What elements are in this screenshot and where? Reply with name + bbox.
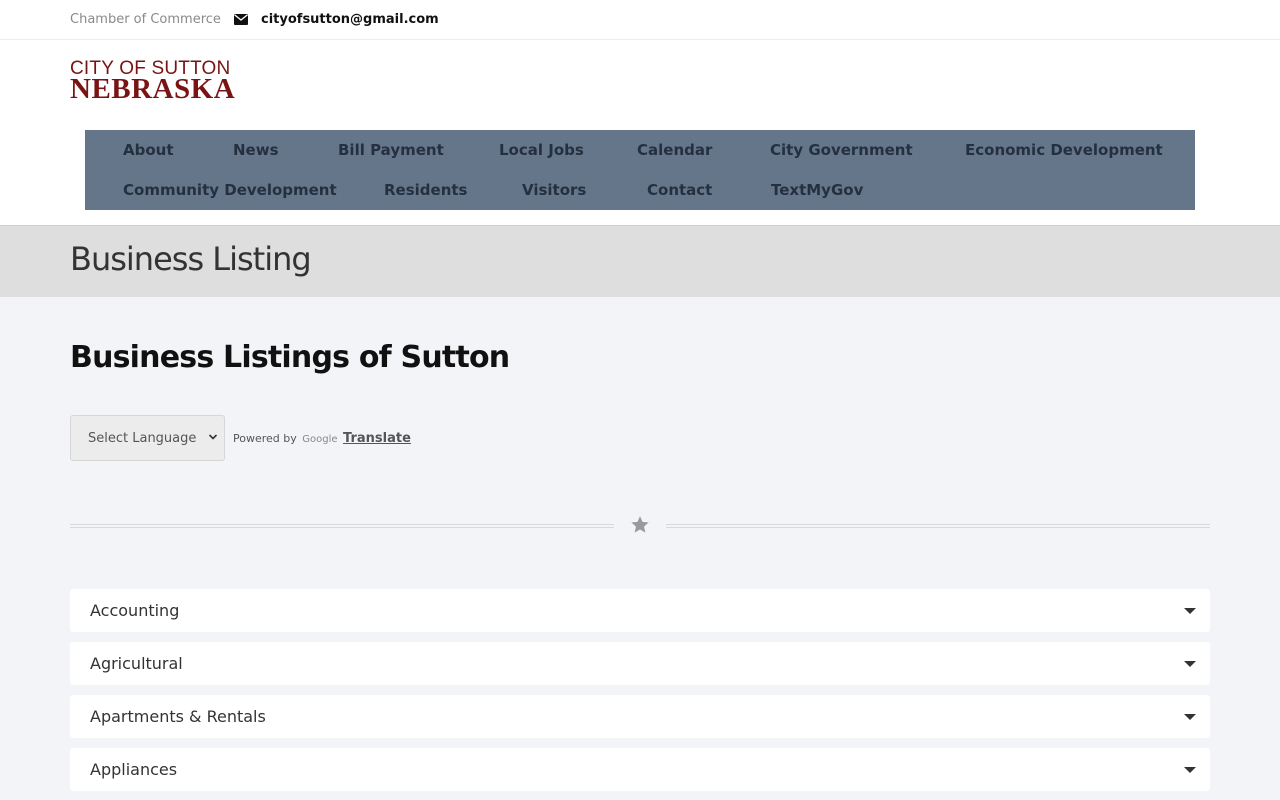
envelope-icon [234,14,248,25]
site-header: CITY OF SUTTON NEBRASKA About News Bill … [0,40,1280,225]
main-nav: About News Bill Payment Local Jobs Calen… [85,130,1195,210]
nav-item-bill-payment[interactable]: Bill Payment [338,141,444,159]
divider-right [666,524,1210,528]
nav-item-news[interactable]: News [233,141,279,159]
translate-link[interactable]: Translate [343,431,411,446]
chevron-down-icon [208,434,218,440]
nav-item-textmygov[interactable]: TextMyGov [771,181,863,199]
category-label: Apartments & Rentals [90,707,266,726]
nav-item-community-development[interactable]: Community Development [123,181,337,199]
star-icon [631,516,649,533]
chamber-of-commerce-link[interactable]: Chamber of Commerce [70,12,221,27]
category-agricultural[interactable]: Agricultural [70,642,1210,685]
site-logo[interactable]: CITY OF SUTTON NEBRASKA [70,58,240,105]
main-heading: Business Listings of Sutton [70,340,510,375]
category-label: Accounting [90,601,180,620]
caret-down-icon [1184,714,1196,720]
nav-item-economic-development[interactable]: Economic Development [965,141,1163,159]
divider-left [70,524,614,528]
page-title-bar: Business Listing [0,225,1280,297]
nav-item-visitors[interactable]: Visitors [522,181,586,199]
nav-item-city-government[interactable]: City Government [770,141,913,159]
language-select-value: Select Language [88,431,197,446]
powered-by-google-translate: Powered by Google Translate [233,431,411,446]
category-appliances[interactable]: Appliances [70,748,1210,791]
category-accounting[interactable]: Accounting [70,589,1210,632]
category-label: Appliances [90,760,178,779]
email-link[interactable]: cityofsutton@gmail.com [261,12,439,27]
page-title: Business Listing [70,240,312,278]
logo-line-state: NEBRASKA [70,73,236,105]
language-select[interactable]: Select Language [70,415,225,461]
caret-down-icon [1184,608,1196,614]
nav-item-contact[interactable]: Contact [647,181,712,199]
category-label: Agricultural [90,654,183,673]
top-bar: Chamber of Commerce cityofsutton@gmail.c… [0,0,1280,40]
caret-down-icon [1184,767,1196,773]
nav-item-residents[interactable]: Residents [384,181,467,199]
caret-down-icon [1184,661,1196,667]
google-logo-text: Google [302,434,338,445]
category-apartments-rentals[interactable]: Apartments & Rentals [70,695,1210,738]
nav-item-local-jobs[interactable]: Local Jobs [499,141,584,159]
powered-by-label: Powered by [233,432,297,445]
nav-item-calendar[interactable]: Calendar [637,141,712,159]
nav-item-about[interactable]: About [123,141,174,159]
